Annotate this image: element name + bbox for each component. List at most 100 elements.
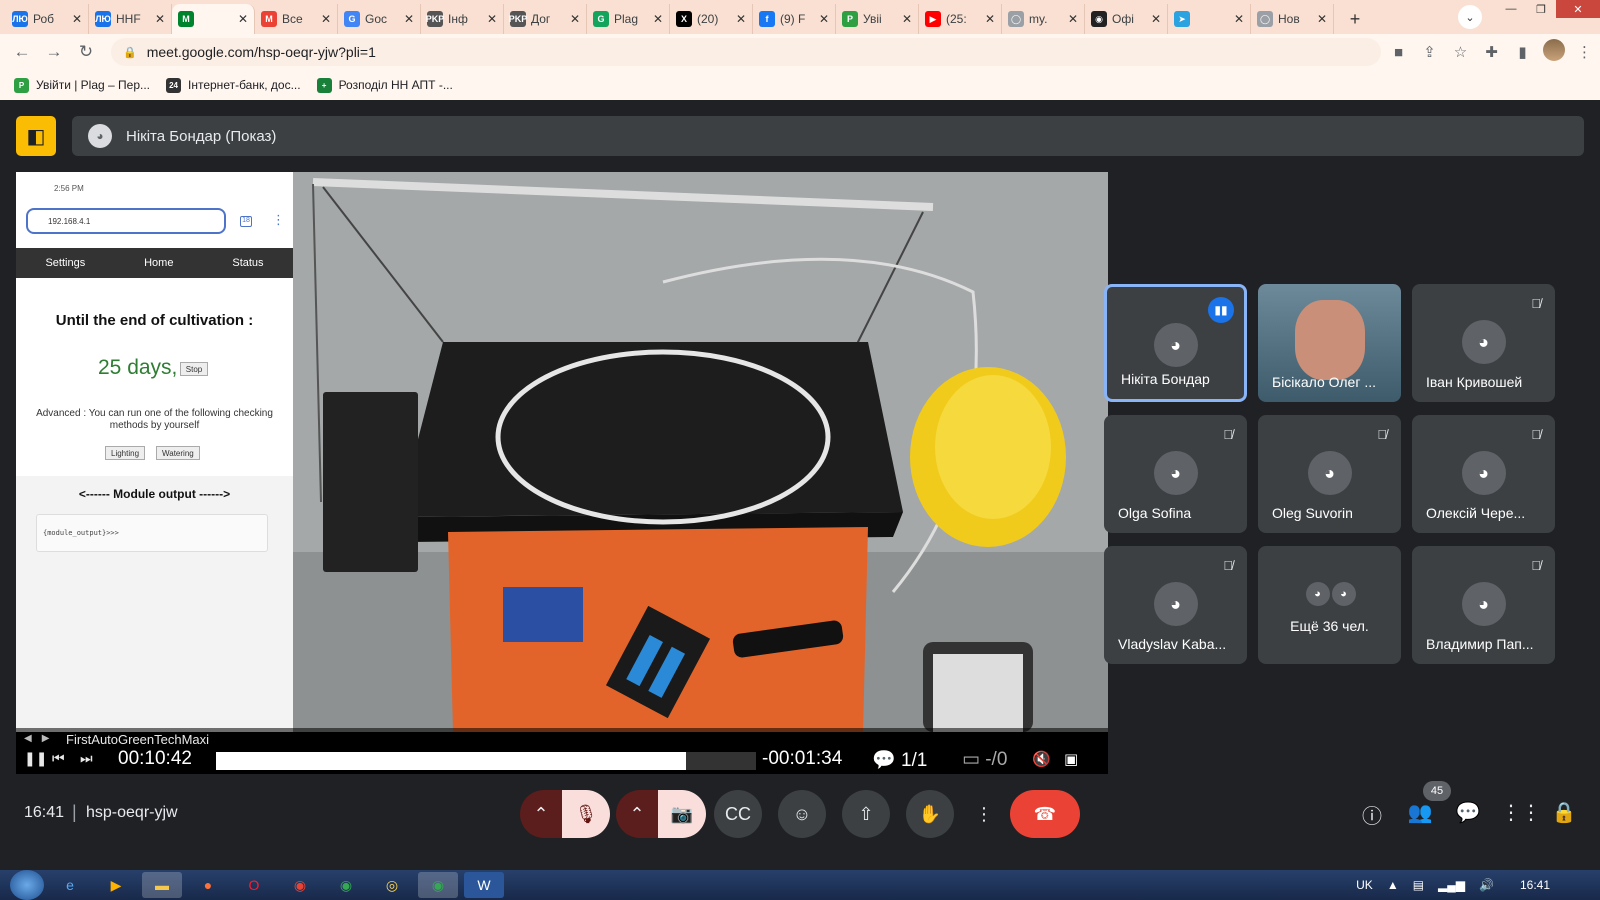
opera-icon[interactable]: O: [234, 872, 274, 898]
participant-tile[interactable]: ◕ ◕ Ещё 36 чел.: [1258, 546, 1401, 664]
browser-tab[interactable]: f (9) F ✕: [753, 4, 836, 34]
tab-close-icon[interactable]: ✕: [1234, 12, 1244, 26]
tab-close-icon[interactable]: ✕: [321, 12, 331, 26]
emoji-icon[interactable]: ☺: [778, 790, 826, 838]
browser-tab[interactable]: ЛЮ HHF ✕: [89, 4, 172, 34]
microphone-off-icon[interactable]: 🎙: [562, 790, 610, 838]
restore-icon[interactable]: ❐: [1526, 0, 1556, 18]
participant-tile[interactable]: Бісікало Олег ...: [1258, 284, 1401, 402]
tab-close-icon[interactable]: ✕: [155, 12, 165, 26]
start-button[interactable]: [10, 870, 44, 900]
presentation-icon[interactable]: ◧: [16, 116, 56, 156]
file-explorer-icon[interactable]: ▬: [142, 872, 182, 898]
participant-tile[interactable]: ◕ ▮▮ Нікіта Бондар: [1104, 284, 1247, 402]
captions-icon[interactable]: CC: [714, 790, 762, 838]
browser-tab[interactable]: M ✕: [172, 4, 255, 34]
signal-icon[interactable]: ▂▄▆: [1438, 878, 1465, 892]
eye-app-icon[interactable]: ◎: [372, 872, 412, 898]
browser-tab[interactable]: M Все ✕: [255, 4, 338, 34]
camera-icon[interactable]: ■: [1383, 44, 1414, 61]
volume-icon[interactable]: 🔊: [1479, 878, 1494, 892]
bookmark-star-icon[interactable]: ☆: [1445, 43, 1476, 61]
tab-search-icon[interactable]: ⌄: [1458, 5, 1482, 29]
menu-icon[interactable]: ⋮: [1569, 43, 1600, 61]
pause-icon[interactable]: ❚❚: [24, 750, 47, 767]
tab-close-icon[interactable]: ✕: [902, 12, 912, 26]
profile-avatar[interactable]: [1538, 39, 1569, 65]
media-player-icon[interactable]: ▶: [96, 872, 136, 898]
fullscreen-icon[interactable]: ▣: [1064, 750, 1078, 768]
next-icon[interactable]: ⏭: [80, 750, 93, 767]
browser-tab[interactable]: P Увіі ✕: [836, 4, 919, 34]
tab-close-icon[interactable]: ✕: [238, 12, 248, 26]
participant-tile[interactable]: ◕ 🎙̸ Oleg Suvorin: [1258, 415, 1401, 533]
tray-expand-icon[interactable]: ▲: [1387, 878, 1399, 892]
firefox-icon[interactable]: ●: [188, 872, 228, 898]
camera-off-icon[interactable]: 📷: [658, 790, 706, 838]
browser-tab[interactable]: ➤ ✕: [1168, 4, 1251, 34]
info-icon[interactable]: ⓘ: [1357, 800, 1387, 829]
tab-close-icon[interactable]: ✕: [819, 12, 829, 26]
share-icon[interactable]: ⇪: [1414, 43, 1445, 61]
network-icon[interactable]: ▤: [1413, 878, 1424, 892]
bookmark-item[interactable]: 24 Інтернет-банк, дос...: [166, 77, 301, 93]
tab-close-icon[interactable]: ✕: [487, 12, 497, 26]
bookmark-item[interactable]: P Увійти | Plag – Пер...: [14, 77, 150, 93]
browser-tab[interactable]: PKP Дог ✕: [504, 4, 587, 34]
participant-tile[interactable]: ◕ 🎙̸ Олексій Чере...: [1412, 415, 1555, 533]
chrome-icon[interactable]: ◉: [326, 872, 366, 898]
browser-tab[interactable]: PKP Інф ✕: [421, 4, 504, 34]
activities-icon[interactable]: ⋮⋮: [1501, 800, 1541, 825]
tab-close-icon[interactable]: ✕: [404, 12, 414, 26]
tab-close-icon[interactable]: ✕: [1151, 12, 1161, 26]
chrome-active-icon[interactable]: ◉: [418, 872, 458, 898]
raise-hand-icon[interactable]: ✋: [906, 790, 954, 838]
language-indicator[interactable]: UK: [1356, 878, 1373, 892]
word-icon[interactable]: W: [464, 872, 504, 898]
tab-close-icon[interactable]: ✕: [1317, 12, 1327, 26]
browser-tab[interactable]: ◉ Офі ✕: [1085, 4, 1168, 34]
chat-icon[interactable]: 💬: [1453, 800, 1483, 825]
back-icon[interactable]: ←: [6, 36, 38, 68]
video-options-icon[interactable]: ⌃: [616, 790, 658, 838]
tab-close-icon[interactable]: ✕: [653, 12, 663, 26]
taskbar-clock[interactable]: 16:41: [1520, 878, 1550, 892]
internet-explorer-icon[interactable]: e: [50, 872, 90, 898]
audio-options-icon[interactable]: ⌃: [520, 790, 562, 838]
host-controls-icon[interactable]: 🔒: [1549, 800, 1579, 825]
address-bar[interactable]: 🔒 meet.google.com/hsp-oeqr-yjw?pli=1: [111, 38, 1381, 66]
tab-close-icon[interactable]: ✕: [72, 12, 82, 26]
mute-icon[interactable]: 🔇: [1032, 750, 1051, 768]
browser-tab[interactable]: ◯ Нов ✕: [1251, 4, 1334, 34]
present-screen-icon[interactable]: ⇧: [842, 790, 890, 838]
new-tab-button[interactable]: +: [1340, 4, 1370, 34]
forward-icon[interactable]: →: [38, 36, 70, 68]
browser-tab[interactable]: ЛЮ Роб ✕: [6, 4, 89, 34]
participant-tile[interactable]: ◕ 🎙̸ Іван Кривошей: [1412, 284, 1555, 402]
tab-close-icon[interactable]: ✕: [1068, 12, 1078, 26]
browser-tab[interactable]: G Goc ✕: [338, 4, 421, 34]
minimize-icon[interactable]: —: [1496, 0, 1526, 18]
leave-call-button[interactable]: ☎: [1010, 790, 1080, 838]
bookmark-item[interactable]: + Розподіл НН АПТ -...: [316, 77, 453, 93]
side-panel-icon[interactable]: ▮: [1507, 43, 1538, 61]
tab-close-icon[interactable]: ✕: [985, 12, 995, 26]
browser-tab[interactable]: X (20) ✕: [670, 4, 753, 34]
close-window-icon[interactable]: ✕: [1556, 0, 1600, 18]
tab-close-icon[interactable]: ✕: [570, 12, 580, 26]
browser-tab[interactable]: G Plag ✕: [587, 4, 670, 34]
participant-tile[interactable]: ◕ 🎙̸ Vladyslav Kaba...: [1104, 546, 1247, 664]
people-icon[interactable]: 👥: [1405, 800, 1435, 825]
tab-close-icon[interactable]: ✕: [736, 12, 746, 26]
participant-tile[interactable]: ◕ 🎙̸ Владимир Пап...: [1412, 546, 1555, 664]
previous-icon[interactable]: ⏮: [52, 750, 65, 767]
browser-tab[interactable]: ◯ my. ✕: [1002, 4, 1085, 34]
browser-tab[interactable]: ▶ (25: ✕: [919, 4, 1002, 34]
extensions-icon[interactable]: ✚: [1476, 43, 1507, 61]
seek-bar[interactable]: [216, 752, 756, 770]
chrome-alt-icon[interactable]: ◉: [280, 872, 320, 898]
more-options-icon[interactable]: ⋮: [960, 790, 1008, 838]
participant-tile[interactable]: ◕ 🎙̸ Olga Sofina: [1104, 415, 1247, 533]
title-nav-icon[interactable]: ◀▶: [24, 733, 59, 744]
reload-icon[interactable]: ↻: [70, 36, 102, 68]
